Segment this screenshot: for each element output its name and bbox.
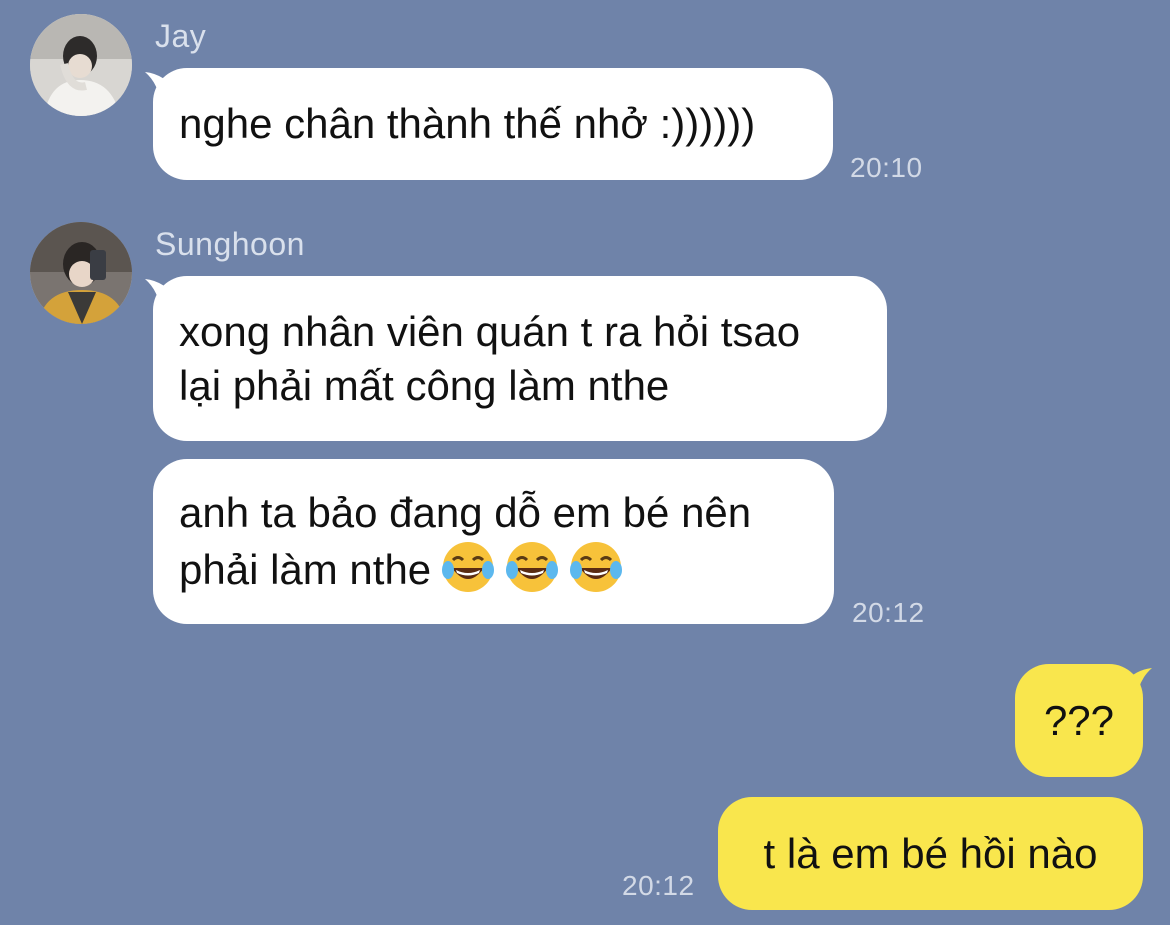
message-bubble[interactable]: ??? [1015, 664, 1143, 777]
message-text: ??? [1043, 696, 1115, 744]
message-text-line: xong nhân viên quán t ra hỏi tsao [179, 307, 801, 355]
chat-thread: Jay nghe chân thành thế nhở :)))))) 20:1… [0, 0, 1170, 925]
message-text-line-with-emoji: phải làm nthe [179, 540, 751, 597]
jay-avatar[interactable] [30, 14, 132, 116]
jay-avatar-photo-icon [30, 14, 132, 116]
message-timestamp: 20:12 [852, 597, 925, 628]
sunghoon-avatar-photo-icon [30, 222, 132, 324]
message-text-line: anh ta bảo đang dỗ em bé nên [179, 489, 752, 536]
message-bubble[interactable]: xong nhân viên quán t ra hỏi tsao lại ph… [153, 276, 887, 441]
face-with-tears-of-joy-icon [505, 540, 559, 594]
message-timestamp: 20:12 [622, 870, 695, 901]
message-timestamp: 20:10 [850, 152, 923, 183]
sender-name: Jay [155, 18, 207, 54]
sender-name: Sunghoon [155, 226, 305, 262]
message-bubble[interactable]: anh ta bảo đang dỗ em bé nên phải làm nt… [153, 459, 834, 624]
sunghoon-avatar[interactable] [30, 222, 132, 324]
message-text: t là em bé hồi nào [763, 829, 1098, 877]
message-text: phải làm nthe [179, 546, 432, 593]
message-bubble[interactable]: t là em bé hồi nào [718, 797, 1143, 910]
face-with-tears-of-joy-icon [441, 540, 495, 594]
message-text: nghe chân thành thế nhở :)))))) [179, 100, 756, 147]
message-text-line: lại phải mất công làm nthe [179, 361, 670, 409]
message-bubble[interactable]: nghe chân thành thế nhở :)))))) [153, 68, 833, 180]
face-with-tears-of-joy-icon [569, 540, 623, 594]
